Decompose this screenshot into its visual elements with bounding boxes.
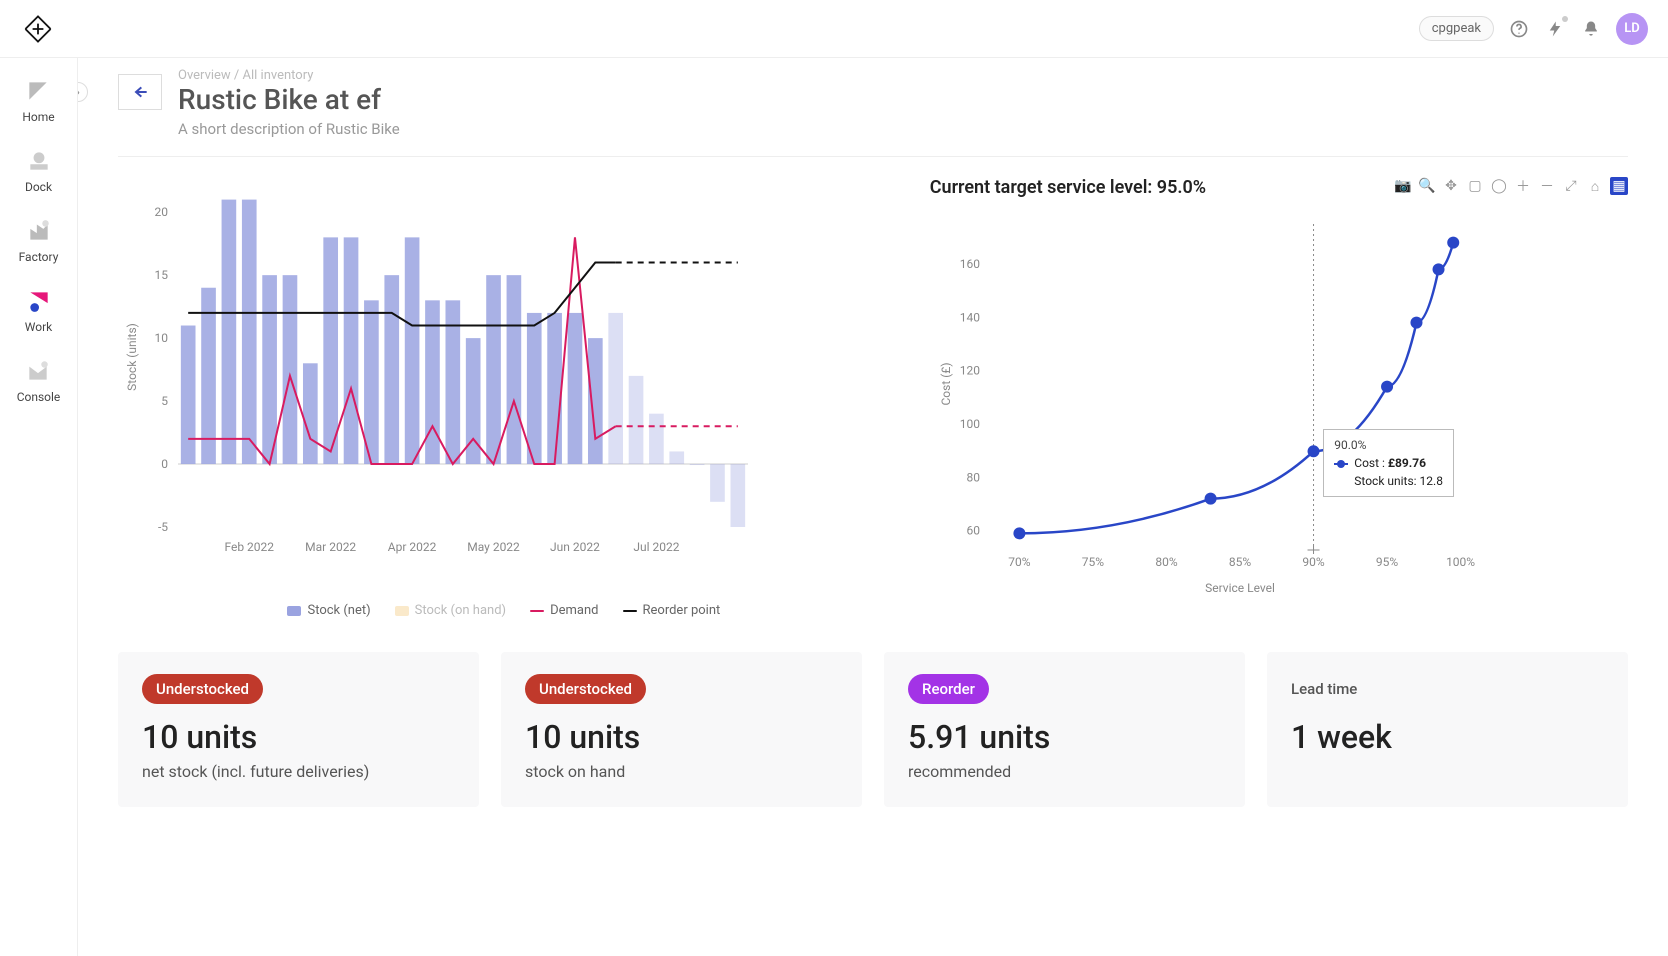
svg-text:80%: 80% <box>1155 555 1177 569</box>
box-select-icon[interactable]: ▢ <box>1466 177 1484 195</box>
card-value: 5.91 units <box>908 718 1221 756</box>
svg-text:15: 15 <box>155 268 169 282</box>
help-icon[interactable] <box>1508 18 1530 40</box>
service-level-chart: Current target service level: 95.0% 📷 🔍 … <box>930 177 1628 624</box>
svg-text:Jul 2022: Jul 2022 <box>633 540 679 554</box>
svg-text:Apr 2022: Apr 2022 <box>388 540 437 554</box>
sidebar-item-dock[interactable]: Dock <box>25 148 52 194</box>
svg-text:-5: -5 <box>158 520 168 534</box>
svg-text:160: 160 <box>960 257 980 271</box>
bell-icon[interactable] <box>1580 18 1602 40</box>
svg-text:70%: 70% <box>1008 555 1030 569</box>
sidebar-item-console[interactable]: Console <box>17 358 61 404</box>
svg-text:10: 10 <box>155 331 169 345</box>
stock-chart-svg: -5 0 5 10 15 20 Feb 2022 Mar 2022 Apr 2022 May 20… <box>118 177 758 597</box>
card-badge: Lead time <box>1291 674 1371 704</box>
svg-text:90%: 90% <box>1302 555 1324 569</box>
card-sub: recommended <box>908 762 1221 781</box>
svg-text:140: 140 <box>960 310 980 324</box>
service-level-svg: 60 80 100 120 140 160 70% 75% 80% 85% 90% 95% 100% Co… <box>930 204 1510 624</box>
svg-text:Jun 2022: Jun 2022 <box>550 540 600 554</box>
summary-card: Reorder 5.91 units recommended <box>884 652 1245 807</box>
svg-text:95%: 95% <box>1376 555 1398 569</box>
camera-icon[interactable]: 📷 <box>1394 177 1412 195</box>
card-sub: net stock (incl. future deliveries) <box>142 762 455 781</box>
svg-text:Cost (£): Cost (£) <box>939 362 953 405</box>
page-description: A short description of Rustic Bike <box>178 120 400 138</box>
svg-text:May 2022: May 2022 <box>467 540 520 554</box>
svg-text:100%: 100% <box>1446 555 1475 569</box>
back-button[interactable] <box>118 74 162 110</box>
legend-item: Stock (on hand) <box>395 603 506 618</box>
legend-item: Reorder point <box>623 603 721 618</box>
svg-text:80: 80 <box>966 470 980 484</box>
pan-icon[interactable]: ✥ <box>1442 177 1460 195</box>
logo <box>20 11 56 47</box>
avatar[interactable]: LD <box>1616 13 1648 45</box>
page-header: Overview / All inventory Rustic Bike at … <box>118 58 1628 157</box>
svg-text:Stock (units): Stock (units) <box>125 323 139 391</box>
summary-card: Understocked 10 units stock on hand <box>501 652 862 807</box>
page-title: Rustic Bike at ef <box>178 83 400 116</box>
workspace-chip[interactable]: cpgpeak <box>1419 16 1494 41</box>
legend-item: Stock (net) <box>287 603 370 618</box>
stock-chart-legend: Stock (net) Stock (on hand) Demand Reorder … <box>118 603 890 618</box>
zoom-out-icon[interactable]: － <box>1538 177 1556 195</box>
sidebar: Home Dock Factory Work Console <box>0 58 78 956</box>
svg-text:75%: 75% <box>1082 555 1104 569</box>
card-badge: Understocked <box>142 674 263 704</box>
sidebar-label: Home <box>22 110 54 124</box>
svg-text:0: 0 <box>161 457 168 471</box>
sidebar-label: Console <box>17 390 61 404</box>
main: › Overview / All inventory Rustic Bike a… <box>78 58 1668 956</box>
sidebar-item-factory[interactable]: Factory <box>19 218 59 264</box>
svg-text:60: 60 <box>966 524 980 538</box>
breadcrumb: Overview / All inventory <box>178 68 400 83</box>
zoom-icon[interactable]: 🔍 <box>1418 177 1436 195</box>
svg-text:120: 120 <box>960 364 980 378</box>
sidebar-item-home[interactable]: Home <box>22 78 54 124</box>
card-value: 1 week <box>1291 718 1604 756</box>
sidebar-expand-handle[interactable]: › <box>78 82 88 102</box>
svg-text:20: 20 <box>155 205 169 219</box>
reset-icon[interactable]: ⌂ <box>1586 177 1604 195</box>
card-badge: Understocked <box>525 674 646 704</box>
sidebar-label: Dock <box>25 180 52 194</box>
svg-text:Service Level: Service Level <box>1205 581 1275 595</box>
card-sub: stock on hand <box>525 762 838 781</box>
svg-text:Mar 2022: Mar 2022 <box>305 540 356 554</box>
svg-text:100: 100 <box>960 417 980 431</box>
topbar: cpgpeak LD <box>0 0 1668 58</box>
sidebar-item-work[interactable]: Work <box>25 288 52 334</box>
card-value: 10 units <box>142 718 455 756</box>
sidebar-label: Factory <box>19 250 59 264</box>
chart-toolbar: 📷 🔍 ✥ ▢ ◯ ＋ － ⤢ ⌂ ▦ <box>1394 177 1628 195</box>
autoscale-icon[interactable]: ⤢ <box>1562 177 1580 195</box>
toggle-icon[interactable]: ▦ <box>1610 177 1628 195</box>
svg-text:85%: 85% <box>1229 555 1251 569</box>
sidebar-label: Work <box>25 320 52 334</box>
svg-text:5: 5 <box>161 394 168 408</box>
card-value: 10 units <box>525 718 838 756</box>
summary-cards: Understocked 10 units net stock (incl. f… <box>118 652 1628 807</box>
summary-card: Lead time 1 week <box>1267 652 1628 807</box>
zoom-in-icon[interactable]: ＋ <box>1514 177 1532 195</box>
lasso-icon[interactable]: ◯ <box>1490 177 1508 195</box>
bolt-icon[interactable] <box>1544 18 1566 40</box>
svg-text:Feb 2022: Feb 2022 <box>224 540 274 554</box>
legend-item: Demand <box>530 603 598 618</box>
card-badge: Reorder <box>908 674 989 704</box>
summary-card: Understocked 10 units net stock (incl. f… <box>118 652 479 807</box>
stock-chart: -5 0 5 10 15 20 Feb 2022 Mar 2022 Apr 2022 May 20… <box>118 177 890 624</box>
